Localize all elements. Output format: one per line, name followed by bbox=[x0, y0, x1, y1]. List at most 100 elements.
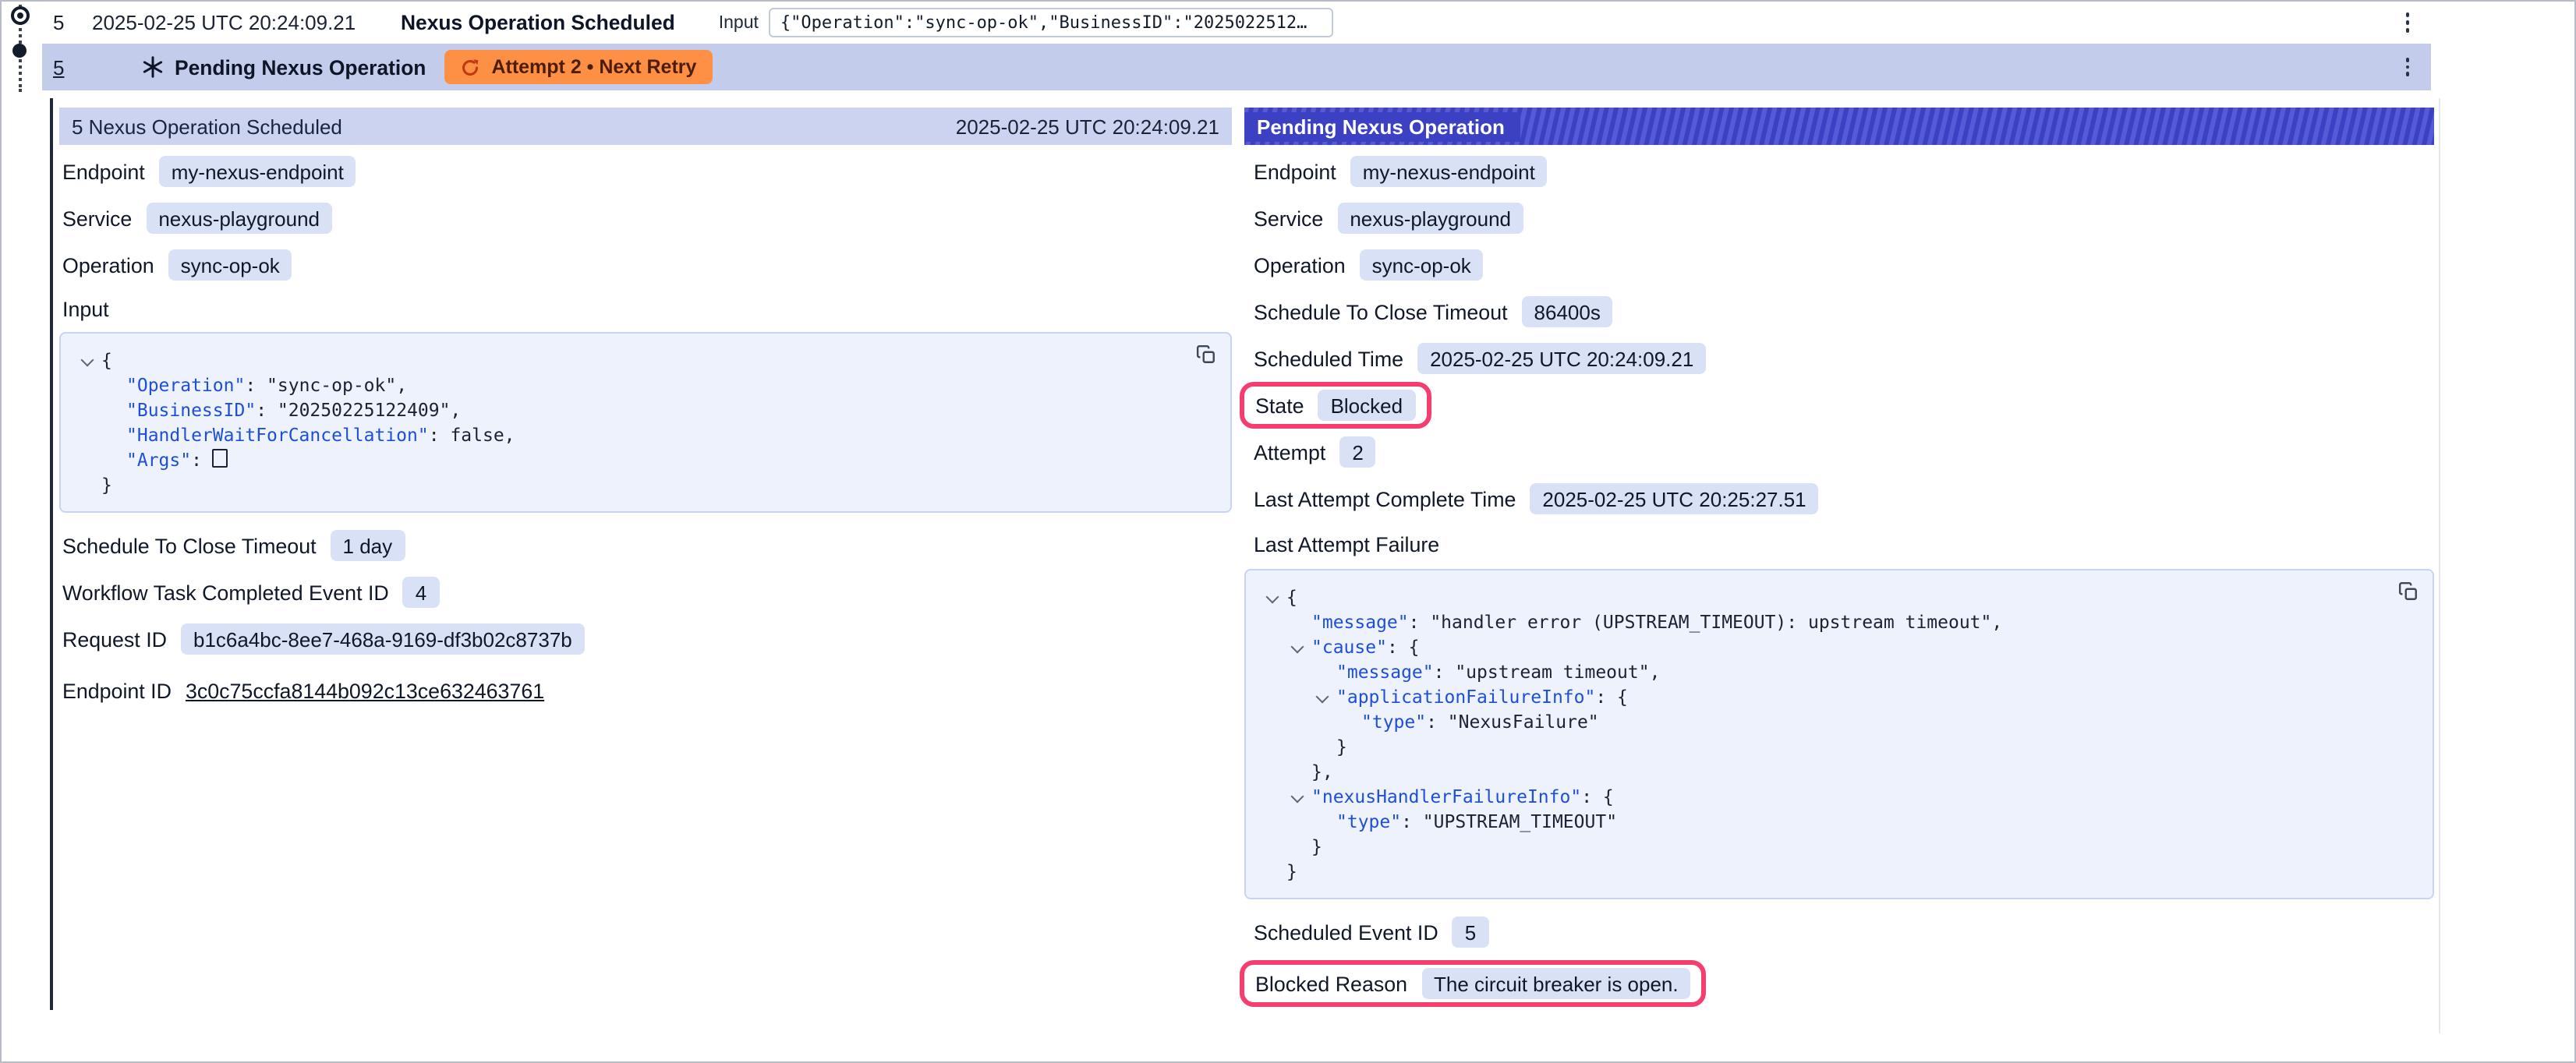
event-row-nexus-operation-scheduled[interactable]: 5 2025-02-25 UTC 20:24:09.21 Nexus Opera… bbox=[42, 2, 2431, 44]
field-endpoint: Endpoint my-nexus-endpoint bbox=[1244, 148, 2434, 195]
field-service: Service nexus-playground bbox=[59, 195, 1232, 242]
field-value-badge: nexus-playground bbox=[146, 203, 332, 234]
field-label: Service bbox=[1254, 207, 1323, 230]
field-value-badge: nexus-playground bbox=[1337, 203, 1523, 234]
chevron-down-icon[interactable] bbox=[80, 354, 95, 369]
event-history-screen: 5 2025-02-25 UTC 20:24:09.21 Nexus Opera… bbox=[0, 0, 2576, 1063]
event-id: 5 bbox=[53, 11, 78, 34]
retry-attempt-badge: Attempt 2 • Next Retry bbox=[444, 50, 712, 84]
code-line: } bbox=[80, 472, 1168, 497]
failure-json-viewer: {"message": "handler error (UPSTREAM_TIM… bbox=[1244, 569, 2434, 899]
code-line: "Operation": "sync-op-ok", bbox=[80, 373, 1168, 397]
field-label: Endpoint bbox=[62, 160, 145, 183]
field-label: Scheduled Event ID bbox=[1254, 920, 1438, 944]
code-line: "message": "handler error (UPSTREAM_TIME… bbox=[1265, 609, 2370, 634]
code-line: "type": "UPSTREAM_TIMEOUT" bbox=[1265, 809, 2370, 834]
code-line: "message": "upstream timeout", bbox=[1265, 659, 2370, 684]
field-value-badge: 2 bbox=[1339, 436, 1375, 468]
chevron-down-icon[interactable] bbox=[1315, 690, 1330, 706]
field-label: Operation bbox=[1254, 253, 1346, 277]
field-value-badge: 5 bbox=[1453, 916, 1488, 948]
field-operation: Operation sync-op-ok bbox=[59, 242, 1232, 288]
field-label: Schedule To Close Timeout bbox=[62, 534, 317, 557]
input-json-preview[interactable]: {"Operation":"sync-op-ok","BusinessID":"… bbox=[770, 8, 1334, 37]
event-id-link[interactable]: 5 bbox=[53, 55, 78, 79]
field-scheduled-event-id: Scheduled Event ID 5 bbox=[1244, 909, 2434, 955]
panel-header-title: 5 Nexus Operation Scheduled bbox=[72, 115, 342, 138]
input-label: Input bbox=[719, 13, 759, 32]
chevron-down-icon[interactable] bbox=[1265, 591, 1280, 606]
field-label: Service bbox=[62, 207, 132, 230]
json-code: {"message": "handler error (UPSTREAM_TIM… bbox=[1246, 570, 2433, 898]
panel-header-scheduled[interactable]: 5 Nexus Operation Scheduled 2025-02-25 U… bbox=[59, 108, 1232, 145]
field-label: Attempt bbox=[1254, 440, 1325, 464]
last-attempt-failure-label: Last Attempt Failure bbox=[1244, 522, 2434, 566]
code-line: "HandlerWaitForCancellation": false, bbox=[80, 422, 1168, 447]
field-value-badge: my-nexus-endpoint bbox=[159, 156, 356, 187]
scroll-track[interactable] bbox=[2439, 98, 2440, 1033]
field-endpoint-id: Endpoint ID 3c0c75ccfa8144b092c13ce63246… bbox=[59, 666, 1232, 715]
code-line: } bbox=[1265, 834, 2370, 859]
code-line: { bbox=[1265, 584, 2370, 609]
input-json-viewer: {"Operation": "sync-op-ok","BusinessID":… bbox=[59, 332, 1232, 513]
field-schedule-to-close-timeout: Schedule To Close Timeout 1 day bbox=[59, 522, 1232, 569]
chevron-down-icon[interactable] bbox=[1290, 790, 1305, 806]
field-schedule-to-close-timeout: Schedule To Close Timeout 86400s bbox=[1244, 288, 2434, 335]
json-code: {"Operation": "sync-op-ok","BusinessID":… bbox=[61, 334, 1230, 511]
pending-operation-details: Endpoint my-nexus-endpoint Service nexus… bbox=[1244, 145, 2434, 1008]
code-line: } bbox=[1265, 734, 2370, 759]
field-endpoint: Endpoint my-nexus-endpoint bbox=[59, 148, 1232, 195]
panel-header-pending: Pending Nexus Operation bbox=[1244, 108, 2434, 145]
code-line: } bbox=[1265, 859, 2370, 884]
field-value-badge: 2025-02-25 UTC 20:24:09.21 bbox=[1417, 343, 1706, 374]
field-label: Endpoint bbox=[1254, 160, 1336, 183]
copy-icon[interactable] bbox=[2398, 581, 2419, 602]
field-value-badge: 4 bbox=[403, 577, 439, 608]
timeline-marker bbox=[12, 44, 27, 58]
field-value-badge: 2025-02-25 UTC 20:25:27.51 bbox=[1530, 483, 1818, 514]
input-section-label: Input bbox=[59, 288, 1232, 329]
event-title: Pending Nexus Operation bbox=[175, 55, 426, 79]
kebab-vertical-icon[interactable] bbox=[2397, 51, 2419, 83]
copy-icon[interactable] bbox=[1196, 344, 1216, 365]
code-line: "applicationFailureInfo": { bbox=[1265, 684, 2370, 709]
field-value-badge: sync-op-ok bbox=[1360, 249, 1484, 281]
field-state: State Blocked bbox=[1244, 382, 2434, 429]
field-label: Blocked Reason bbox=[1255, 972, 1407, 995]
event-title: Nexus Operation Scheduled bbox=[401, 11, 675, 34]
code-line: { bbox=[80, 348, 1168, 373]
retry-badge-label: Attempt 2 • Next Retry bbox=[491, 56, 696, 78]
event-row-pending-nexus-operation[interactable]: 5 Pending Nexus Operation Attempt 2 • Ne… bbox=[42, 44, 2431, 90]
field-blocked-reason: Blocked Reason The circuit breaker is op… bbox=[1244, 959, 2434, 1008]
field-value-badge: b1c6a4bc-8ee7-468a-9169-df3b02c8737b bbox=[181, 623, 585, 655]
blocked-reason-badge: The circuit breaker is open. bbox=[1421, 968, 1691, 999]
field-label: Request ID bbox=[62, 627, 167, 651]
timeline-marker-current bbox=[11, 6, 30, 25]
field-label: Schedule To Close Timeout bbox=[1254, 300, 1508, 323]
code-line: "type": "NexusFailure" bbox=[1265, 709, 2370, 734]
panel-header-time: 2025-02-25 UTC 20:24:09.21 bbox=[956, 115, 1219, 138]
field-value-badge: 86400s bbox=[1522, 296, 1613, 327]
field-label: Endpoint ID bbox=[62, 679, 172, 702]
kebab-vertical-icon[interactable] bbox=[2397, 7, 2419, 38]
field-attempt: Attempt 2 bbox=[1244, 429, 2434, 475]
retry-circular-arrow-icon bbox=[460, 57, 480, 77]
code-line: "nexusHandlerFailureInfo": { bbox=[1265, 784, 2370, 809]
scheduled-event-details: Endpoint my-nexus-endpoint Service nexus… bbox=[59, 145, 1232, 715]
code-line: "Args": bbox=[80, 447, 1168, 472]
state-badge: Blocked bbox=[1318, 390, 1416, 421]
nexus-asterisk-icon bbox=[142, 56, 164, 78]
event-timestamp: 2025-02-25 UTC 20:24:09.21 bbox=[92, 11, 391, 34]
field-label: State bbox=[1255, 394, 1304, 417]
field-label: Workflow Task Completed Event ID bbox=[62, 581, 389, 604]
endpoint-id-link[interactable]: 3c0c75ccfa8144b092c13ce632463761 bbox=[186, 679, 544, 702]
field-request-id: Request ID b1c6a4bc-8ee7-468a-9169-df3b0… bbox=[59, 616, 1232, 662]
panel-header-title: Pending Nexus Operation bbox=[1244, 111, 1520, 141]
panel-nexus-operation-scheduled: 5 Nexus Operation Scheduled 2025-02-25 U… bbox=[59, 108, 1232, 715]
code-line: "cause": { bbox=[1265, 634, 2370, 659]
field-scheduled-time: Scheduled Time 2025-02-25 UTC 20:24:09.2… bbox=[1244, 335, 2434, 382]
empty-array-icon bbox=[213, 449, 228, 468]
code-line: "BusinessID": "20250225122409", bbox=[80, 397, 1168, 422]
field-value-badge: sync-op-ok bbox=[168, 249, 292, 281]
chevron-down-icon[interactable] bbox=[1290, 641, 1305, 656]
